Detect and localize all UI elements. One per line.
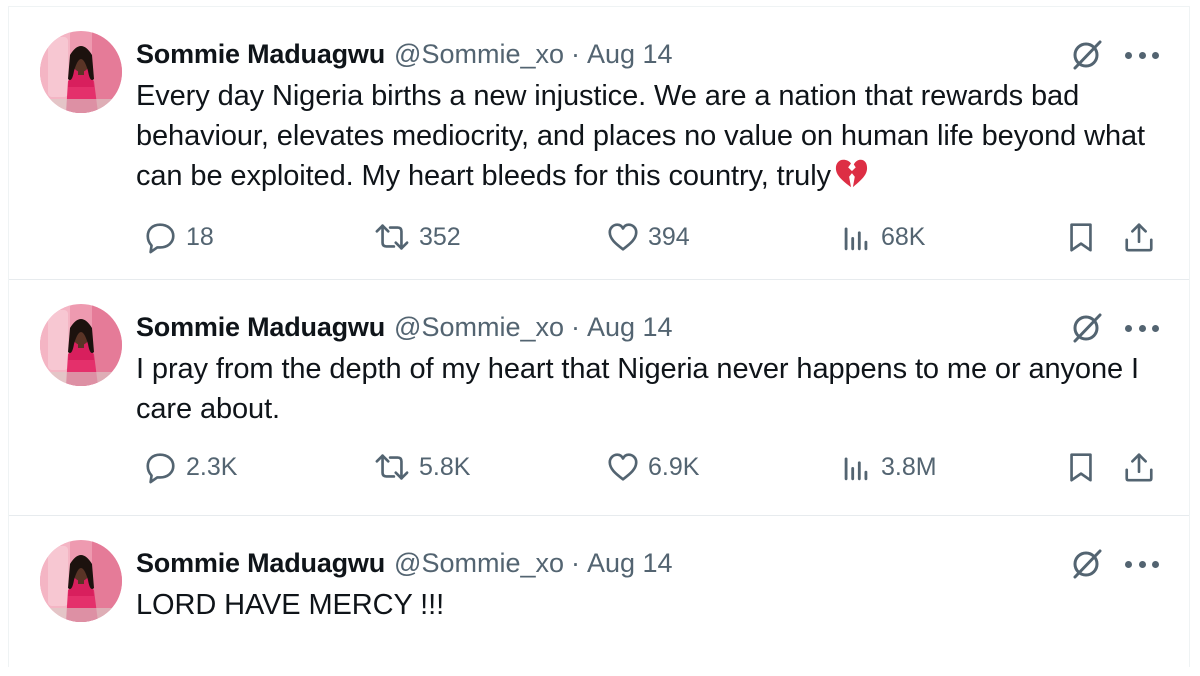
like-count: 6.9K (648, 453, 700, 481)
share-button[interactable] (1122, 217, 1156, 257)
views-count: 3.8M (881, 453, 937, 481)
tweet-date[interactable]: Aug 14 (587, 543, 673, 583)
tweet-text: LORD HAVE MERCY !!! (136, 585, 1156, 625)
tweet-header: Sommie Maduagwu @Sommie_xo · Aug 14 (136, 543, 673, 583)
like-button[interactable]: 6.9K (606, 447, 699, 487)
grok-icon[interactable] (1069, 37, 1105, 73)
repost-button[interactable]: 5.8K (373, 447, 470, 487)
tweet-top-actions (1069, 37, 1159, 73)
bookmark-button[interactable] (1064, 217, 1098, 257)
repost-icon (373, 220, 411, 254)
views-icon (839, 450, 873, 484)
share-icon (1122, 220, 1156, 254)
more-icon[interactable] (1125, 323, 1159, 333)
reply-icon (144, 220, 178, 254)
author-name[interactable]: Sommie Maduagwu (136, 307, 385, 347)
grok-icon[interactable] (1069, 546, 1105, 582)
share-button[interactable] (1122, 447, 1156, 487)
tweet-actions: 2.3K 5.8K 6.9K 3.8M (136, 447, 1166, 487)
tweet[interactable]: Sommie Maduagwu @Sommie_xo · Aug 14 I pr… (9, 280, 1189, 516)
separator-dot: · (571, 548, 580, 578)
repost-count: 5.8K (419, 453, 471, 481)
share-icon (1122, 450, 1156, 484)
separator-dot: · (571, 39, 580, 69)
tweet-date[interactable]: Aug 14 (587, 307, 673, 347)
bookmark-icon (1064, 220, 1098, 254)
tweet-date[interactable]: Aug 14 (587, 34, 673, 74)
tweet-text-content: Every day Nigeria births a new injustice… (136, 80, 1146, 192)
author-handle[interactable]: @Sommie_xo (394, 543, 564, 583)
author-name[interactable]: Sommie Maduagwu (136, 34, 385, 74)
author-handle[interactable]: @Sommie_xo (394, 34, 564, 74)
tweet-header: Sommie Maduagwu @Sommie_xo · Aug 14 (136, 307, 673, 347)
avatar[interactable] (40, 540, 122, 622)
reply-button[interactable]: 2.3K (144, 447, 237, 487)
separator-dot: · (571, 312, 580, 342)
reply-button[interactable]: 18 (144, 217, 214, 257)
views-button[interactable]: 3.8M (839, 447, 937, 487)
bookmark-icon (1064, 450, 1098, 484)
like-icon (606, 450, 640, 484)
tweet-text: Every day Nigeria births a new injustice… (136, 76, 1156, 196)
avatar[interactable] (40, 304, 122, 386)
reply-icon (144, 450, 178, 484)
tweet-text: I pray from the depth of my heart that N… (136, 349, 1156, 429)
like-icon (606, 220, 640, 254)
repost-icon (373, 450, 411, 484)
tweet-top-actions (1069, 546, 1159, 582)
tweet[interactable]: Sommie Maduagwu @Sommie_xo · Aug 14 Ever… (9, 7, 1189, 280)
reply-count: 18 (186, 223, 214, 251)
author-handle[interactable]: @Sommie_xo (394, 307, 564, 347)
author-name[interactable]: Sommie Maduagwu (136, 543, 385, 583)
timeline: Sommie Maduagwu @Sommie_xo · Aug 14 Ever… (8, 6, 1190, 667)
views-count: 68K (881, 223, 926, 251)
like-count: 394 (648, 223, 690, 251)
tweet-text-content: I pray from the depth of my heart that N… (136, 353, 1139, 425)
avatar[interactable] (40, 31, 122, 113)
bookmark-button[interactable] (1064, 447, 1098, 487)
repost-button[interactable]: 352 (373, 217, 461, 257)
broken-heart-icon (833, 156, 869, 190)
tweet-top-actions (1069, 310, 1159, 346)
grok-icon[interactable] (1069, 310, 1105, 346)
repost-count: 352 (419, 223, 461, 251)
more-icon[interactable] (1125, 559, 1159, 569)
like-button[interactable]: 394 (606, 217, 690, 257)
views-button[interactable]: 68K (839, 217, 925, 257)
more-icon[interactable] (1125, 50, 1159, 60)
views-icon (839, 220, 873, 254)
tweet-header: Sommie Maduagwu @Sommie_xo · Aug 14 (136, 34, 673, 74)
reply-count: 2.3K (186, 453, 238, 481)
tweet-actions: 18 352 394 68K (136, 217, 1166, 257)
tweet[interactable]: Sommie Maduagwu @Sommie_xo · Aug 14 LORD… (9, 516, 1189, 676)
tweet-text-content: LORD HAVE MERCY !!! (136, 589, 445, 621)
